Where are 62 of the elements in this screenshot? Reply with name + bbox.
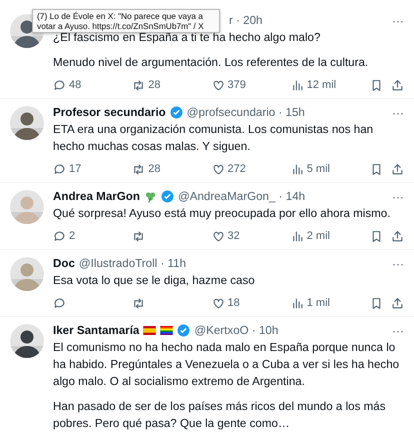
share-icon[interactable] xyxy=(391,162,404,176)
heart-icon xyxy=(212,78,224,92)
author-handle-and-time[interactable]: r · 20h xyxy=(229,14,263,27)
author-handle-and-time[interactable]: @KertxoO · 10h xyxy=(194,324,278,337)
views-button[interactable]: 12 mil xyxy=(290,78,370,92)
post-text: Han pasado de ser de los países más ricos del mundo a los más pobres. Pero qué pasa? Que la gente como… xyxy=(53,399,387,432)
bookmark-icon[interactable] xyxy=(370,78,383,92)
views-button[interactable]: 5 mil xyxy=(290,162,370,176)
link-tooltip: (7) Lo de Évole en X: "No parece que vaya a votar a Ayuso. https://t.co/ZnSnSmUb7m" / X xyxy=(32,9,220,33)
author-name[interactable]: Profesor secundario xyxy=(53,106,166,119)
like-button[interactable]: 32 xyxy=(212,230,291,242)
reply-button[interactable]: 48 xyxy=(53,78,132,92)
rainbow-flag-icon xyxy=(160,326,174,335)
author-handle-and-time[interactable]: @IlustradoTroll · 11h xyxy=(78,257,186,270)
repost-button[interactable]: 28 xyxy=(132,78,212,92)
views-button[interactable]: 2 mil xyxy=(290,230,370,242)
repost-button[interactable]: 28 xyxy=(132,162,212,176)
bar-chart-icon xyxy=(290,162,304,176)
more-options-button[interactable]: ··· xyxy=(392,106,404,120)
bookmark-icon[interactable] xyxy=(370,230,383,242)
post-text: ¿El fascismo en España a ti te ha hecho algo malo? xyxy=(53,31,322,46)
reply-icon xyxy=(53,162,66,176)
more-options-button[interactable]: ··· xyxy=(392,324,404,338)
like-button[interactable]: 272 xyxy=(212,162,291,176)
repost-icon xyxy=(132,78,146,92)
flag-icon xyxy=(143,326,156,335)
repost-icon xyxy=(132,296,146,310)
author-handle-and-time[interactable]: @AndreaMarGon_ · 14h xyxy=(178,190,306,203)
author-name[interactable]: Doc xyxy=(53,257,75,270)
heart-icon xyxy=(212,296,224,310)
like-button[interactable]: 18 xyxy=(212,296,291,310)
reply-button[interactable]: 2 xyxy=(53,230,132,242)
share-icon[interactable] xyxy=(391,230,404,242)
post-text: ETA era una organización comunista. Los comunistas nos han hecho muchas cosas malas. Y siguen. xyxy=(53,122,374,155)
share-icon[interactable] xyxy=(391,78,404,92)
share-icon[interactable] xyxy=(391,296,404,310)
reply-icon xyxy=(53,230,66,242)
shamrock-icon xyxy=(144,190,157,203)
reply-icon xyxy=(53,296,66,310)
bookmark-icon[interactable] xyxy=(370,162,383,176)
bar-chart-icon xyxy=(290,230,304,242)
views-button[interactable]: 1 mil xyxy=(290,296,370,310)
repost-icon xyxy=(132,162,146,176)
author-name[interactable]: Andrea MarGon xyxy=(53,190,140,203)
heart-icon xyxy=(212,230,224,242)
author-name[interactable]: Iker Santamaría xyxy=(53,324,140,337)
post-text: Qué sorpresa! Ayuso está muy preocupada por ello ahora mismo. xyxy=(53,206,392,222)
author-handle-and-time[interactable]: @profsecundario · 15h xyxy=(186,106,305,119)
heart-icon xyxy=(212,162,224,176)
reply-button[interactable]: 17 xyxy=(53,162,132,176)
bar-chart-icon xyxy=(290,78,304,92)
more-options-button[interactable]: ··· xyxy=(392,256,404,270)
more-options-button[interactable]: ··· xyxy=(392,14,404,28)
reply-icon xyxy=(53,78,66,92)
bookmark-icon[interactable] xyxy=(370,296,383,310)
post-text: El comunismo no ha hecho nada malo en España porque nunca lo ha habido. Pregúntales a Venezuela o a Cuba a ver si les ha hecho algo malo. O al socialismo extremo de Argentina. xyxy=(53,340,400,390)
more-options-button[interactable]: ··· xyxy=(392,190,404,204)
repost-icon xyxy=(132,230,146,242)
post-text: Esa vota lo que se le diga, hazme caso xyxy=(53,273,256,289)
like-button[interactable]: 379 xyxy=(212,78,291,92)
post-text: Menudo nivel de argumentación. Los referentes de la cultura. xyxy=(53,55,370,71)
bar-chart-icon xyxy=(290,296,304,310)
